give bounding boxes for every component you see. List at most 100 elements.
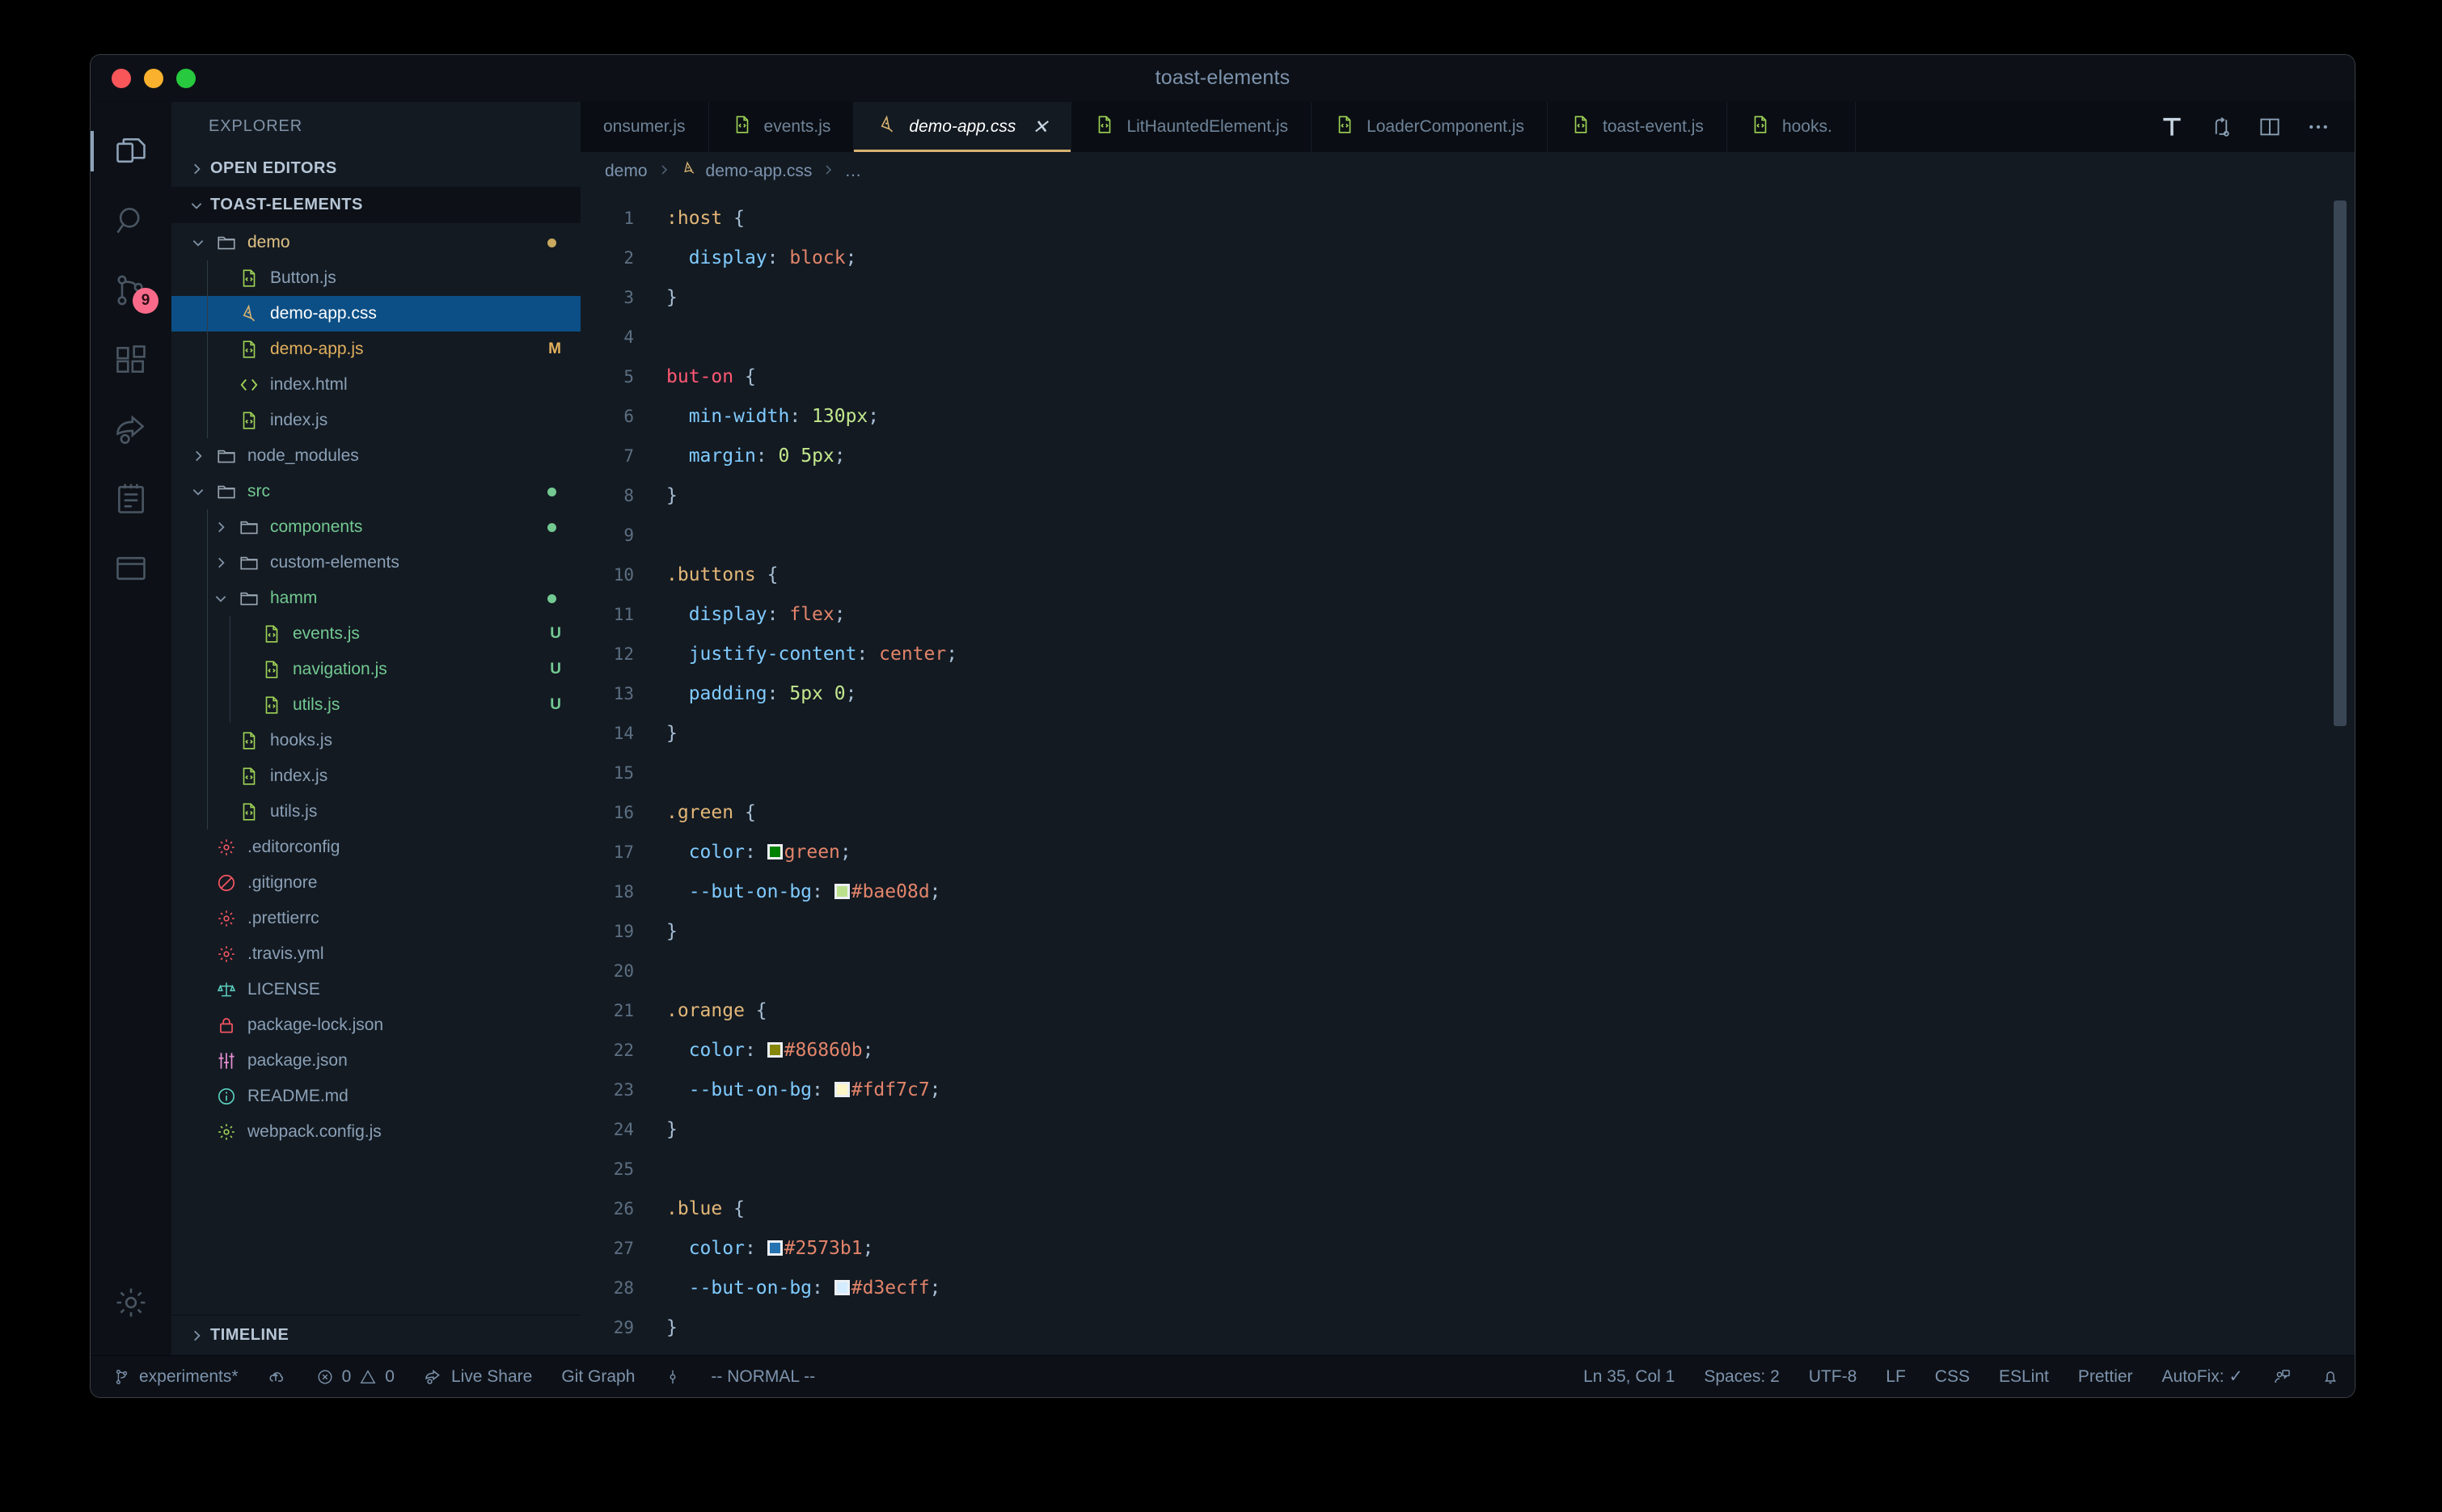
color-swatch[interactable] xyxy=(834,1280,850,1295)
status-prettier[interactable]: Prettier xyxy=(2064,1367,2148,1387)
code-line[interactable] xyxy=(666,1348,2193,1355)
color-swatch[interactable] xyxy=(767,1042,783,1058)
color-swatch[interactable] xyxy=(834,1082,850,1097)
editor-tab-lithauntedelement-js[interactable]: LitHauntedElement.js xyxy=(1071,102,1312,152)
tree-item-custom-elements[interactable]: custom-elements xyxy=(171,545,581,581)
editor-tab-hooks[interactable]: hooks. xyxy=(1726,102,1856,152)
tree-item-readme-md[interactable]: README.md xyxy=(171,1079,581,1114)
status-eol[interactable]: LF xyxy=(1871,1367,1920,1387)
tree-item-node-modules[interactable]: node_modules xyxy=(171,438,581,474)
activity-manage[interactable] xyxy=(91,1268,171,1337)
breadcrumb-item-folder[interactable]: demo xyxy=(605,162,648,181)
section-toast-elements[interactable]: TOAST-ELEMENTS xyxy=(171,187,581,223)
code-line[interactable] xyxy=(666,1150,2193,1189)
status-autofix[interactable]: AutoFix: ✓ xyxy=(2148,1366,2258,1387)
section-timeline[interactable]: TIMELINE xyxy=(171,1315,581,1355)
code-line[interactable]: min-width: 130px; xyxy=(666,397,2193,437)
code-line[interactable]: justify-content: center; xyxy=(666,635,2193,674)
code-line[interactable]: .blue { xyxy=(666,1189,2193,1229)
activity-source-control[interactable]: 9 xyxy=(91,256,171,325)
code-line[interactable]: display: flex; xyxy=(666,595,2193,635)
tree-item-license[interactable]: LICENSE xyxy=(171,972,581,1007)
tree-item-hooks-js[interactable]: hooks.js xyxy=(171,723,581,758)
code-line[interactable]: --but-on-bg: #bae08d; xyxy=(666,872,2193,912)
split-compare-icon[interactable] xyxy=(2209,115,2233,139)
close-window-button[interactable] xyxy=(112,68,131,88)
status-branch[interactable]: experiments* xyxy=(91,1356,253,1397)
code-line[interactable]: display: block; xyxy=(666,239,2193,278)
tree-item-demo-app-js[interactable]: demo-app.js M xyxy=(171,332,581,367)
code-line[interactable]: } xyxy=(666,278,2193,318)
tree-item-webpack-config-js[interactable]: webpack.config.js xyxy=(171,1114,581,1150)
status-problems[interactable]: 0 0 xyxy=(302,1356,409,1397)
code-editor[interactable]: 1 2 3 4 5 6 7 8 9 10 11 12 13 14 15 16 17 18 19 20 21 22 23 24 2… xyxy=(581,191,2355,1355)
code-line[interactable]: } xyxy=(666,1308,2193,1348)
code-line[interactable]: color: #86860b; xyxy=(666,1031,2193,1071)
status-eslint[interactable]: ESLint xyxy=(1984,1367,2064,1387)
tree-item-package-lock-json[interactable]: package-lock.json xyxy=(171,1007,581,1043)
code-line[interactable]: margin: 0 5px; xyxy=(666,437,2193,476)
tree-item-utils-js[interactable]: utils.js U xyxy=(171,687,581,723)
activity-remote[interactable] xyxy=(91,534,171,603)
editor-tab-toast-event-js[interactable]: toast-event.js xyxy=(1548,102,1727,152)
status-encoding[interactable]: UTF-8 xyxy=(1794,1367,1872,1387)
status-feedback[interactable] xyxy=(2258,1367,2306,1387)
code-line[interactable]: } xyxy=(666,912,2193,952)
activity-extensions[interactable] xyxy=(91,325,171,395)
tree-item-demo-app-css[interactable]: demo-app.css xyxy=(171,296,581,332)
tree-item-package-json[interactable]: package.json xyxy=(171,1043,581,1079)
color-swatch[interactable] xyxy=(767,844,783,859)
code-line[interactable]: but-on { xyxy=(666,357,2193,397)
breadcrumb-item-symbols[interactable]: … xyxy=(844,162,861,181)
activity-todo[interactable] xyxy=(91,464,171,534)
code-line[interactable] xyxy=(666,952,2193,991)
status-git-graph[interactable]: Git Graph xyxy=(547,1356,649,1397)
tree-item-src[interactable]: src xyxy=(171,474,581,509)
code-line[interactable]: .orange { xyxy=(666,991,2193,1031)
code-line[interactable] xyxy=(666,318,2193,357)
status-notifications[interactable] xyxy=(2306,1367,2355,1387)
format-icon[interactable] xyxy=(2159,114,2185,140)
status-cursor-position[interactable]: Ln 35, Col 1 xyxy=(1569,1367,1689,1387)
status-live-share[interactable]: Live Share xyxy=(409,1356,547,1397)
more-actions-icon[interactable] xyxy=(2306,115,2330,139)
tree-item-hamm[interactable]: hamm xyxy=(171,581,581,616)
split-editor-icon[interactable] xyxy=(2258,115,2282,139)
tree-item-button-js[interactable]: Button.js xyxy=(171,260,581,296)
code-line[interactable]: :host { xyxy=(666,199,2193,239)
maximize-window-button[interactable] xyxy=(176,68,196,88)
traffic-light-buttons[interactable] xyxy=(112,68,196,88)
code-line[interactable]: .buttons { xyxy=(666,555,2193,595)
status-language-mode[interactable]: CSS xyxy=(1920,1367,1984,1387)
tree-item-index-js[interactable]: index.js xyxy=(171,403,581,438)
code-content[interactable]: :host { display: block;} but-on { min-wi… xyxy=(642,191,2193,1355)
status-sync[interactable] xyxy=(253,1356,302,1397)
tree-item-index-html[interactable]: index.html xyxy=(171,367,581,403)
code-line[interactable] xyxy=(666,754,2193,793)
code-line[interactable]: } xyxy=(666,714,2193,754)
editor-tab-demo-app-css[interactable]: demo-app.css ✕ xyxy=(854,102,1072,152)
tree-item-navigation-js[interactable]: navigation.js U xyxy=(171,652,581,687)
editor-tab-loadercomponent-js[interactable]: LoaderComponent.js xyxy=(1312,102,1548,152)
activity-explorer[interactable] xyxy=(91,116,171,186)
code-line[interactable]: padding: 5px 0; xyxy=(666,674,2193,714)
status-gitlens[interactable] xyxy=(649,1356,696,1397)
code-line[interactable]: color: #2573b1; xyxy=(666,1229,2193,1269)
minimize-window-button[interactable] xyxy=(144,68,163,88)
code-line[interactable]: } xyxy=(666,1110,2193,1150)
tree-item-gitignore[interactable]: .gitignore xyxy=(171,865,581,901)
status-vim-mode[interactable]: -- NORMAL -- xyxy=(696,1356,830,1397)
tree-item-components[interactable]: components xyxy=(171,509,581,545)
tree-item-editorconfig[interactable]: .editorconfig xyxy=(171,830,581,865)
tree-item-demo[interactable]: demo xyxy=(171,225,581,260)
tree-item-travis-yml[interactable]: .travis.yml xyxy=(171,936,581,972)
editor-tab-onsumer-js[interactable]: onsumer.js xyxy=(581,102,709,152)
activity-live-share[interactable] xyxy=(91,395,171,464)
color-swatch[interactable] xyxy=(767,1240,783,1256)
breadcrumb-item-file[interactable]: demo-app.css xyxy=(680,160,812,183)
code-line[interactable]: } xyxy=(666,476,2193,516)
code-line[interactable]: .green { xyxy=(666,793,2193,833)
code-line[interactable]: color: green; xyxy=(666,833,2193,872)
tree-item-utils-js[interactable]: utils.js xyxy=(171,794,581,830)
tree-item-prettierrc[interactable]: .prettierrc xyxy=(171,901,581,936)
